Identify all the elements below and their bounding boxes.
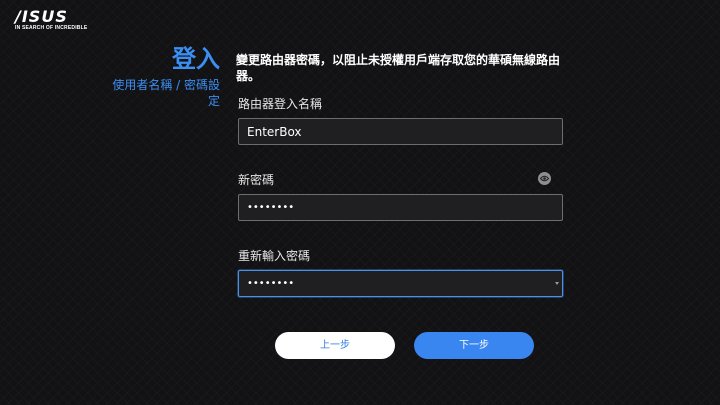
username-label: 路由器登入名稱 — [238, 97, 323, 111]
new-password-input[interactable] — [238, 194, 563, 221]
page-description: 變更路由器密碼，以阻止未授權用戶端存取您的華碩無線路由器。 — [236, 53, 561, 83]
previous-button[interactable]: 上一步 — [275, 332, 395, 359]
username-input[interactable] — [238, 118, 563, 145]
next-button[interactable]: 下一步 — [414, 332, 534, 359]
logo-wordmark: /ISUS — [15, 7, 68, 26]
asus-logo: /ISUS IN SEARCH OF INCREDIBLE — [15, 9, 95, 32]
caret-down-icon — [555, 282, 559, 285]
show-password-eye-icon[interactable] — [538, 172, 551, 185]
step-subtitle: 使用者名稱 / 密碼設定 — [112, 78, 220, 108]
confirm-password-label: 重新輸入密碼 — [238, 249, 311, 263]
logo-tagline: IN SEARCH OF INCREDIBLE — [15, 25, 88, 31]
new-password-label: 新密碼 — [238, 173, 275, 187]
page-title: 登入 — [172, 45, 220, 73]
confirm-password-input[interactable] — [238, 270, 563, 297]
